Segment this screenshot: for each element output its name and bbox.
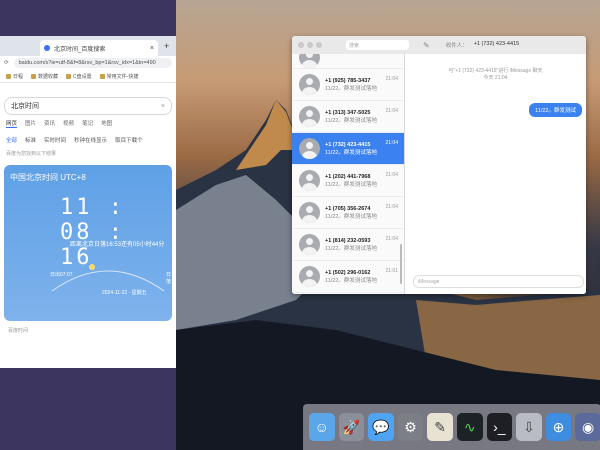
reload-icon[interactable]: ⟳ — [4, 60, 9, 66]
url-field[interactable]: baidu.com/s?ie=utf-8&f=8&rsv_bp=1&rsv_id… — [13, 58, 172, 68]
avatar-icon — [299, 138, 320, 159]
filter-seconds[interactable]: 秒钟在线显示 — [74, 136, 107, 144]
search-input[interactable]: 北京时间 × — [4, 97, 172, 115]
conversation-item[interactable]: +1 (814) 232-0593 11/22。群发测试落地 21:04 — [292, 229, 404, 261]
time-card-title: 中国北京时间 UTC+8 — [10, 173, 86, 182]
conversation-item[interactable]: +1 (925) 785-3437 11/22。群发测试落地 21:04 — [292, 69, 404, 101]
sunrise-label: 日出07:07 — [50, 272, 73, 278]
zoom-window-button[interactable] — [316, 42, 322, 48]
conversation-item[interactable]: +1 (202) 441-7968 11/22。群发测试落地 21:04 — [292, 165, 404, 197]
messages-window: 搜索 ✎ 收件人： +1 (732) 423-4415 +1 (925) 785… — [292, 36, 586, 294]
network-icon[interactable]: ◉ — [575, 413, 600, 441]
folder-icon — [99, 73, 105, 79]
close-window-button[interactable] — [298, 42, 304, 48]
conversation-item[interactable]: +1 (705) 356-2674 11/22。群发测试落地 21:04 — [292, 197, 404, 229]
folder-icon — [66, 73, 72, 79]
sunset-label: 日落 — [166, 272, 172, 285]
system-preferences-icon[interactable]: ⚙ — [397, 413, 424, 441]
time-card: 中国北京时间 UTC+8 11 : 08 : 16 距离北京日落16:53还有0… — [4, 165, 172, 321]
tab-title: 北京时间_百度搜索 — [54, 46, 106, 53]
safari-icon[interactable]: ⊕ — [545, 413, 572, 441]
left-monitor: 北京时间_百度搜索 × + ⟳ baidu.com/s?ie=utf-8&f=8… — [0, 0, 176, 450]
minimize-window-button[interactable] — [307, 42, 313, 48]
launchpad-icon[interactable]: 🚀 — [338, 413, 365, 441]
recipient-number: +1 (732) 423-4415 — [473, 41, 520, 47]
sent-message-bubble: 11/22。群发测试 — [529, 103, 582, 117]
avatar-icon — [299, 106, 320, 127]
browser-window: 北京时间_百度搜索 × + ⟳ baidu.com/s?ie=utf-8&f=8… — [0, 36, 176, 368]
browser-footer: 百度时间 — [8, 328, 29, 334]
notes-icon[interactable]: ✎ — [427, 413, 453, 441]
filter-realtime[interactable]: 实时时间 — [44, 136, 66, 144]
filter-standard[interactable]: 标准 — [25, 136, 36, 144]
message-input[interactable]: iMessage — [413, 275, 584, 288]
window-controls — [298, 42, 322, 48]
conversation-item[interactable]: +1 (502) 296-0162 11/22。群发测试落地 21:01 — [292, 261, 404, 293]
terminal-icon[interactable]: ›_ — [486, 413, 513, 441]
tab-close-icon[interactable]: × — [150, 45, 154, 52]
search-tabs: 网页 图片 资讯 视频 笔记 地图 — [0, 115, 176, 132]
messages-titlebar: 搜索 ✎ 收件人： +1 (732) 423-4415 — [292, 36, 586, 55]
result-filters: 全部 标准 实时时间 秒钟在线显示 取目下载个 — [0, 132, 176, 148]
avatar-icon — [299, 202, 320, 223]
finder-icon[interactable]: ☺ — [309, 413, 335, 441]
avatar-icon — [299, 74, 320, 95]
folder-icon — [6, 73, 11, 79]
sunset-countdown: 距离北京日落16:53还有05小时44分 — [70, 242, 165, 248]
dock: ☺ 🚀 💬 ⚙ ✎ ∿ ›_ ⇩ ⊕ ◉ — [303, 404, 600, 450]
messages-icon[interactable]: 💬 — [368, 413, 394, 441]
address-bar: ⟳ baidu.com/s?ie=utf-8&f=8&rsv_bp=1&rsv_… — [0, 56, 176, 70]
tab-baidu[interactable]: 北京时间_百度搜索 × — [40, 40, 158, 56]
clear-search-icon[interactable]: × — [161, 103, 165, 110]
avatar-icon — [299, 234, 320, 255]
avatar-icon — [299, 170, 320, 191]
bookmark-item[interactable]: 常用文件-快捷 — [99, 73, 138, 80]
folder-icon — [31, 73, 37, 79]
bookmark-item[interactable]: 数据收藏 — [31, 73, 58, 80]
bookmarks-bar: 日程 数据收藏 C盘设置 常用文件-快捷 — [0, 70, 176, 83]
tab-images[interactable]: 图片 — [25, 119, 36, 128]
compose-icon[interactable]: ✎ — [423, 41, 430, 50]
date-label: 2024-11-22 · 星期五 — [102, 290, 147, 296]
tab-video[interactable]: 视频 — [63, 119, 74, 128]
bookmark-item[interactable]: C盘设置 — [66, 73, 92, 80]
conversation-list: +1 (925) 785-3437 11/22。群发测试落地 21:04 +1 (… — [292, 54, 405, 294]
activity-monitor-icon[interactable]: ∿ — [456, 413, 483, 441]
conversation-item[interactable]: +1 (313) 347-5025 11/22。群发测试落地 21:04 — [292, 101, 404, 133]
tab-bar: 北京时间_百度搜索 × + — [0, 36, 176, 56]
conversation-scrollbar[interactable] — [400, 244, 402, 284]
tab-maps[interactable]: 地图 — [101, 119, 112, 128]
downloads-icon[interactable]: ⇩ — [516, 413, 542, 441]
sun-icon — [89, 264, 95, 270]
baidu-favicon-icon — [44, 45, 50, 51]
recipient-field[interactable]: 收件人： +1 (732) 423-4415 — [446, 41, 519, 49]
conversation-item-selected[interactable]: +1 (732) 423-4415 11/22。群发测试落地 21:04 — [292, 133, 404, 165]
message-thread: 与"+1 (732) 423-4415"进行 iMessage 聊天 今天 21… — [405, 54, 586, 294]
chat-system-note: 与"+1 (732) 423-4415"进行 iMessage 聊天 今天 21… — [448, 68, 543, 81]
conversation-item[interactable] — [292, 54, 404, 69]
result-hint: 百度为您找到以下结果 — [6, 151, 57, 157]
to-label: 收件人： — [445, 43, 468, 49]
tab-web[interactable]: 网页 — [6, 119, 18, 128]
avatar-icon — [299, 266, 320, 287]
filter-download[interactable]: 取目下载个 — [115, 136, 143, 144]
messages-search-input[interactable]: 搜索 — [346, 40, 409, 50]
filter-all[interactable]: 全部 — [6, 136, 17, 144]
bookmark-item[interactable]: 日程 — [6, 73, 23, 80]
tab-news[interactable]: 资讯 — [44, 119, 55, 128]
new-tab-button[interactable]: + — [164, 41, 169, 51]
avatar-icon — [299, 54, 320, 68]
tab-notes[interactable]: 笔记 — [82, 119, 93, 128]
